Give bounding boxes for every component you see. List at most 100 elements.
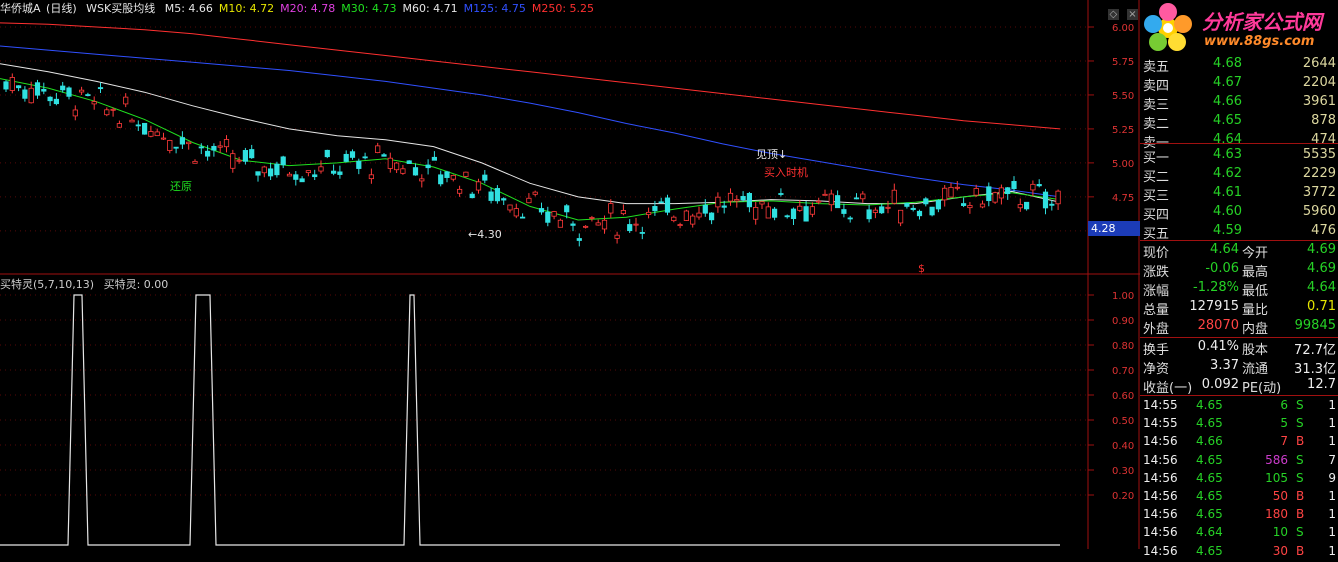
y-tick-label: 0.90 (1112, 316, 1134, 327)
candle-body (274, 163, 280, 176)
candle-body (853, 197, 860, 200)
dollar-marker: $ (918, 262, 925, 275)
ma-legend-item: M125: 4.75 (463, 2, 526, 15)
stat-label: 流通 (1242, 362, 1269, 377)
candle-body (312, 174, 318, 178)
candle-body (797, 205, 803, 211)
tick-count: 1 (1328, 489, 1336, 503)
candle-body (129, 119, 135, 123)
stock-name: 华侨城A (0, 2, 41, 15)
candle-body (494, 188, 501, 202)
candle-body (570, 223, 576, 226)
candle-body (1011, 181, 1017, 190)
stat-value: 0.092 (1201, 377, 1239, 392)
candle-body (872, 209, 879, 213)
buy-price: 4.62 (1213, 166, 1242, 181)
candle-body (646, 211, 652, 215)
stat-row: 换手 0.41% 股本 72.7亿 (1140, 339, 1338, 358)
candle-body (444, 171, 450, 178)
candle-body (116, 123, 122, 128)
candle-body (608, 203, 614, 214)
candle-body (557, 219, 564, 228)
sell-row: 卖四 4.67 2204 (1140, 75, 1338, 94)
tick-volume: 180 (1265, 507, 1288, 522)
tick-row: 14:56 4.65 105 S 9 (1140, 471, 1338, 489)
candle-body (368, 174, 375, 180)
tick-count: 1 (1328, 398, 1336, 412)
buy-volume: 5535 (1302, 147, 1336, 162)
y-tick-label: 5.50 (1112, 91, 1134, 102)
stat-label: 外盘 (1143, 322, 1170, 337)
tick-side: S (1296, 470, 1304, 485)
tick-row: 14:56 4.65 180 B 1 (1140, 507, 1338, 525)
candle-body (267, 168, 274, 177)
candle-body (337, 171, 343, 175)
sell-row: 卖三 4.66 3961 (1140, 94, 1338, 113)
candle-body (1005, 187, 1011, 195)
sell-volume: 3961 (1302, 94, 1336, 109)
tick-volume: 6 (1280, 398, 1288, 412)
candle-body (91, 101, 97, 105)
candle-body (186, 141, 192, 145)
sell-price: 4.68 (1213, 56, 1242, 71)
tick-price: 4.65 (1196, 489, 1223, 503)
candle-body (375, 145, 381, 154)
tick-side: B (1296, 489, 1305, 503)
candle-body (343, 153, 349, 162)
candle-body (652, 206, 658, 212)
candle-body (1017, 204, 1023, 209)
candle-body (249, 149, 255, 159)
tick-count: 7 (1328, 452, 1336, 467)
sell-volume: 2644 (1302, 56, 1336, 71)
candle-body (255, 171, 261, 176)
tick-volume: 5 (1280, 416, 1288, 431)
top-signal-label: 见顶↓ (756, 148, 787, 161)
candle-body (412, 167, 419, 176)
sell-volume: 878 (1311, 113, 1336, 128)
restore-icon[interactable]: ◇ (1107, 9, 1119, 20)
low-price-label: ←4.30 (468, 228, 502, 241)
tick-count: 1 (1328, 525, 1336, 540)
sell-row: 卖五 4.68 2644 (1140, 56, 1338, 75)
candle-body (110, 108, 116, 111)
candle-body (356, 160, 362, 169)
candle-body (879, 206, 885, 214)
close-icon[interactable]: × (1127, 9, 1138, 20)
candle-body (305, 170, 312, 174)
panel-separator (1140, 143, 1338, 144)
candle-body (891, 189, 897, 204)
tick-count: 1 (1328, 434, 1336, 449)
tick-count: 1 (1328, 507, 1336, 522)
stat-label: 净资 (1143, 362, 1170, 377)
candle-body (627, 224, 633, 232)
tick-volume: 50 (1272, 489, 1288, 503)
candle-body (41, 88, 47, 92)
candle-body (236, 159, 242, 162)
candle-body (589, 217, 595, 219)
candle-body (349, 151, 356, 158)
stat-label: 总量 (1143, 303, 1170, 318)
candle-body (520, 216, 526, 219)
candle-body (362, 156, 368, 159)
candle-body (772, 208, 778, 218)
candle-body (1036, 184, 1042, 187)
candle-body (721, 205, 727, 208)
tick-side: S (1296, 398, 1304, 412)
candle-body (167, 140, 173, 151)
candle-body (898, 209, 904, 224)
candle-body (954, 186, 960, 189)
y-tick-label: 5.00 (1112, 159, 1134, 170)
tick-time: 14:56 (1143, 489, 1178, 503)
sell-price: 4.66 (1213, 94, 1242, 109)
candle-body (230, 153, 236, 169)
candle-body (34, 82, 41, 96)
tick-price: 4.65 (1196, 507, 1223, 522)
candle-body (790, 208, 797, 220)
candle-body (904, 202, 910, 207)
stat-value: 0.71 (1307, 299, 1336, 314)
candle-body (885, 206, 891, 209)
ma-legend-item: M5: 4.66 (164, 2, 213, 15)
candle-body (393, 162, 400, 171)
stat-label: 收益(一) (1143, 381, 1193, 396)
candle-body (822, 193, 828, 196)
